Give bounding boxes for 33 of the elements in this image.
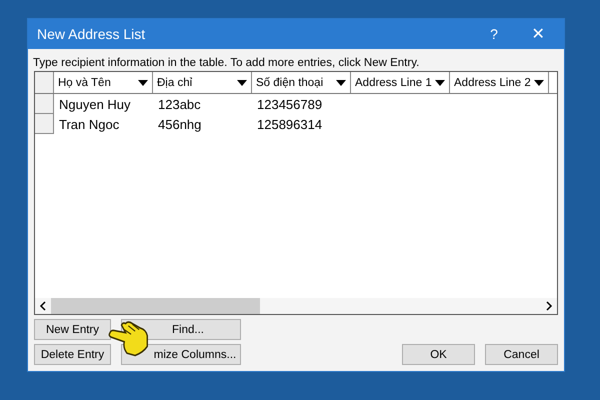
dropdown-arrow-icon <box>138 80 148 86</box>
instruction-text: Type recipient information in the table. To add more entries, click New Entry. <box>33 57 420 71</box>
dropdown-arrow-icon <box>336 80 346 86</box>
table-cell-text: Tran Ngoc <box>58 116 120 134</box>
row-selector[interactable] <box>35 94 54 114</box>
dropdown-arrow-icon <box>435 80 445 86</box>
table-cell-text: 125896314 <box>256 116 324 134</box>
dropdown-arrow-icon <box>237 80 247 86</box>
column-header[interactable]: Address Line 1 <box>351 72 450 93</box>
column-header[interactable]: Họ và Tên <box>54 72 153 93</box>
dialog-button[interactable]: Cancel <box>485 344 558 365</box>
scroll-left-icon[interactable] <box>39 301 47 311</box>
column-header[interactable]: Address Line 2 <box>450 72 549 93</box>
dialog-button[interactable]: mize Columns... <box>121 344 241 365</box>
table-cell-text: 456nhg <box>157 116 202 134</box>
column-header[interactable]: Số điện thoại <box>252 72 351 93</box>
column-header[interactable]: Địa chỉ <box>153 72 252 93</box>
table-cell-text: 123456789 <box>256 96 324 114</box>
window-title: New Address List <box>37 26 146 42</box>
table-cell-text: Nguyen Huy <box>58 96 132 114</box>
horizontal-scrollbar[interactable] <box>35 298 557 314</box>
hand-pointer-icon <box>108 319 150 357</box>
dialog-button[interactable]: OK <box>402 344 475 365</box>
scroll-thumb[interactable] <box>51 298 260 314</box>
close-button[interactable]: ✕ <box>516 24 560 44</box>
row-selector[interactable] <box>35 114 54 134</box>
dialog-button[interactable]: New Entry <box>34 319 111 340</box>
help-button[interactable]: ? <box>472 26 516 42</box>
dialog-button[interactable]: Delete Entry <box>34 344 111 365</box>
table-cell-text: 123abc <box>157 96 202 114</box>
scroll-right-icon[interactable] <box>545 301 553 311</box>
dropdown-arrow-icon <box>534 80 544 86</box>
corner-cell <box>35 72 54 93</box>
